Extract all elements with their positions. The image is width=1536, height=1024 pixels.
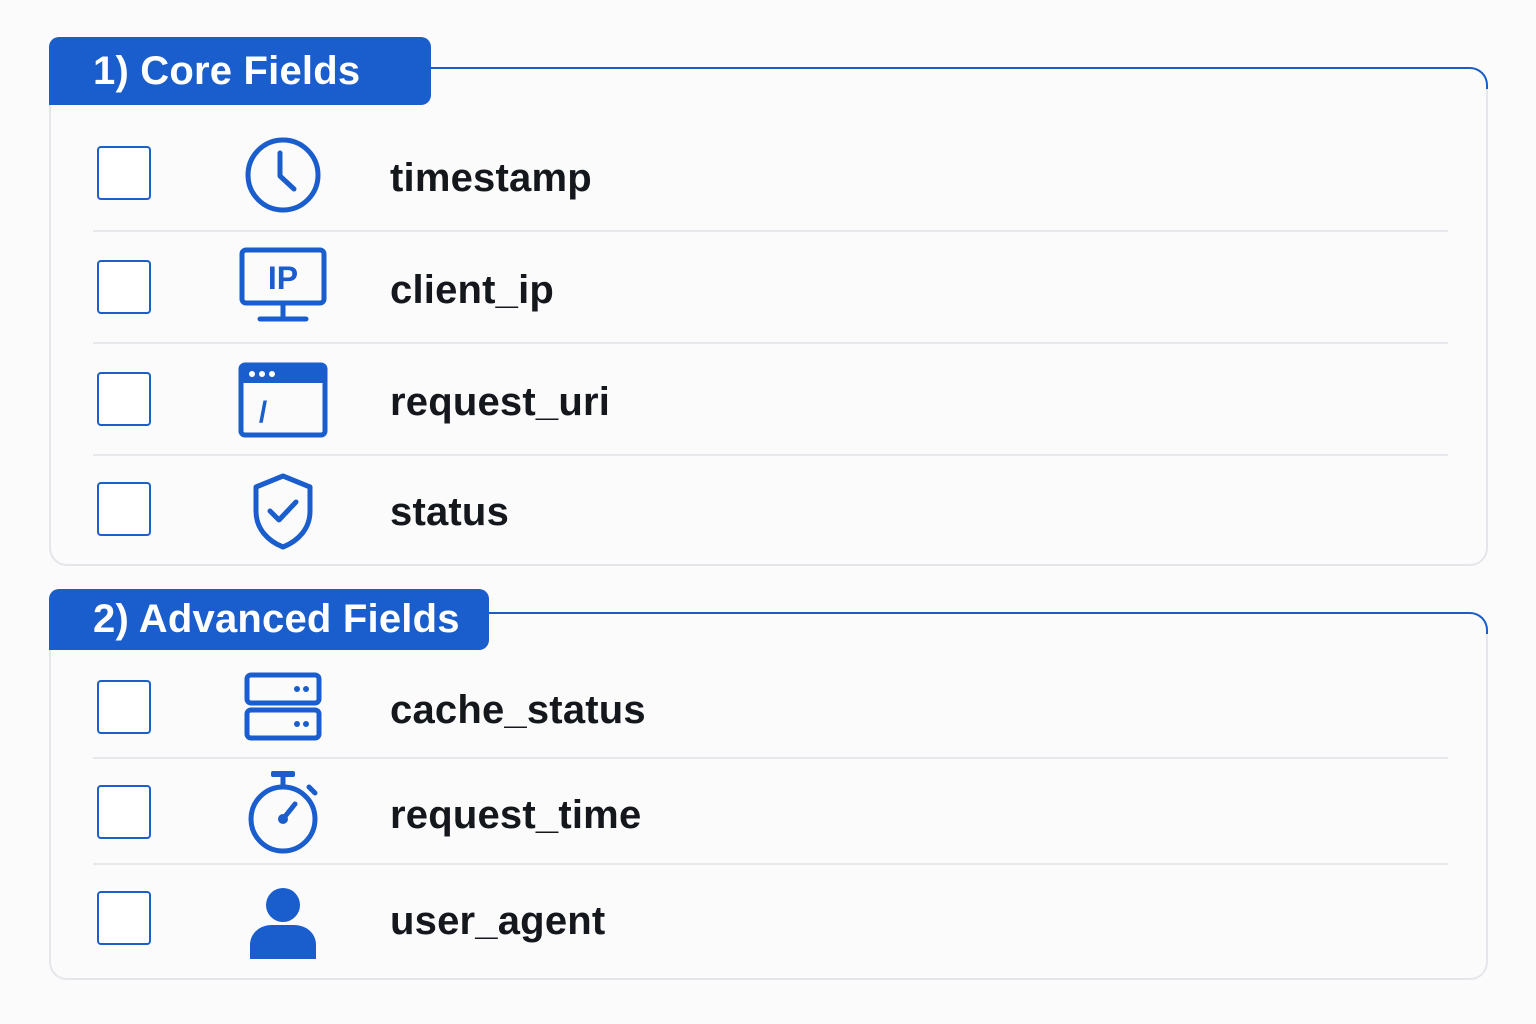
field-row-cache-status: cache_status	[93, 650, 1448, 759]
ip-monitor-icon: IP	[238, 242, 328, 332]
cache-status-checkbox[interactable]	[97, 680, 151, 734]
field-label: request_time	[390, 793, 642, 837]
client-ip-checkbox[interactable]	[97, 260, 151, 314]
request-uri-checkbox[interactable]	[97, 372, 151, 426]
browser-window-icon: /	[238, 356, 328, 446]
field-row-request-time: request_time	[93, 759, 1448, 865]
status-checkbox[interactable]	[97, 482, 151, 536]
section-core-fields: 1) Core Fields timestamp IP client_ip / …	[49, 37, 1488, 566]
clock-icon	[238, 130, 328, 220]
field-label: timestamp	[390, 156, 592, 200]
field-row-timestamp: timestamp	[93, 114, 1448, 232]
request-time-checkbox[interactable]	[97, 785, 151, 839]
shield-check-icon	[238, 466, 328, 556]
stopwatch-icon	[238, 767, 328, 857]
user-agent-checkbox[interactable]	[97, 891, 151, 945]
field-label: user_agent	[390, 899, 606, 943]
slash-text: /	[259, 396, 268, 429]
section-header-line	[429, 67, 1488, 89]
field-row-user-agent: user_agent	[93, 865, 1448, 977]
field-label: cache_status	[390, 688, 646, 732]
field-row-client-ip: IP client_ip	[93, 232, 1448, 344]
section-title: 2) Advanced Fields	[49, 589, 489, 650]
section-header-line	[487, 612, 1488, 634]
server-icon	[238, 662, 328, 752]
field-label: client_ip	[390, 268, 555, 312]
field-row-request-uri: / request_uri	[93, 344, 1448, 456]
field-label: status	[390, 490, 510, 534]
user-icon	[238, 879, 328, 969]
section-title: 1) Core Fields	[49, 37, 431, 105]
ip-text: IP	[268, 260, 298, 296]
timestamp-checkbox[interactable]	[97, 146, 151, 200]
section-advanced-fields: 2) Advanced Fields cache_status request_…	[49, 589, 1488, 980]
field-label: request_uri	[390, 380, 611, 424]
field-row-status: status	[93, 456, 1448, 564]
